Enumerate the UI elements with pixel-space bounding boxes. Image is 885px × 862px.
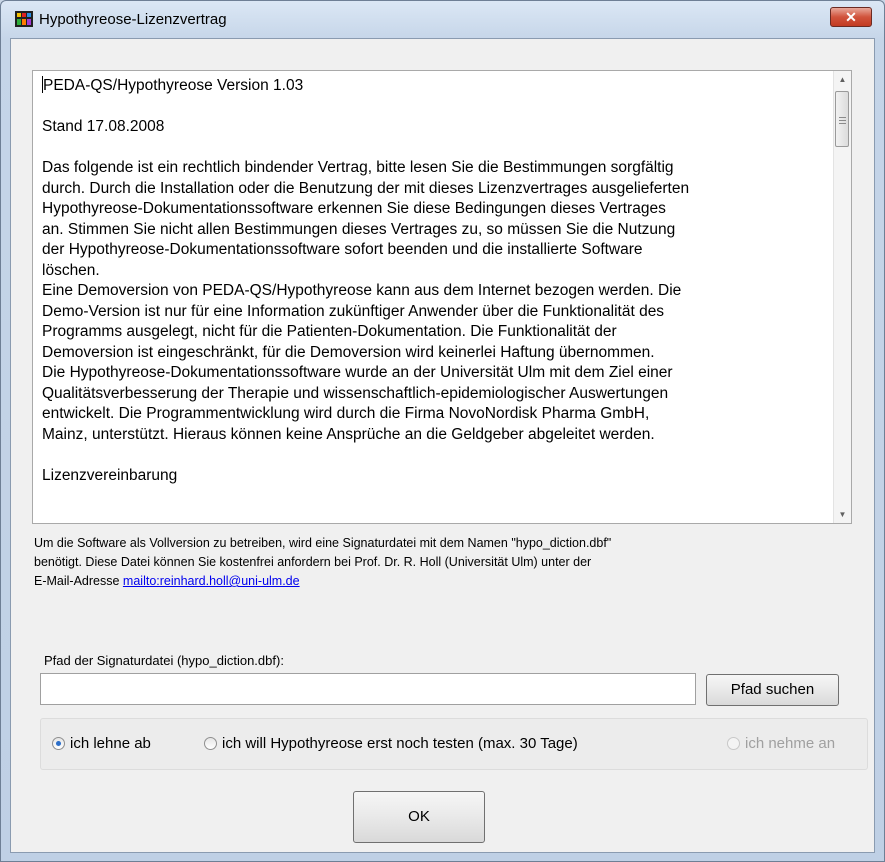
window-title: Hypothyreose-Lizenzvertrag xyxy=(39,11,227,28)
scroll-up-arrow-icon[interactable]: ▲ xyxy=(834,71,851,88)
close-button[interactable]: ✕ xyxy=(830,7,872,27)
license-paragraph-1: Das folgende ist ein rechtlich bindender… xyxy=(42,159,690,279)
info-email-prefix: E-Mail-Adresse xyxy=(34,574,123,588)
license-paragraph-2: Eine Demoversion von PEDA-QS/Hypothyreos… xyxy=(42,282,682,361)
dialog-body: PEDA-QS/Hypothyreose Version 1.03 Stand … xyxy=(10,38,875,853)
version-line: PEDA-QS/Hypothyreose Version 1.03 xyxy=(43,77,304,94)
license-paragraph-3: Die Hypothyreose-Dokumentationssoftware … xyxy=(42,364,673,443)
signature-info: Um die Software als Vollversion zu betre… xyxy=(34,534,834,591)
info-line-1: Um die Software als Vollversion zu betre… xyxy=(34,536,612,550)
radio-accept-label: ich nehme an xyxy=(745,735,836,752)
browse-path-button[interactable]: Pfad suchen xyxy=(706,674,839,706)
radio-decline-label: ich lehne ab xyxy=(70,735,151,752)
license-dialog: Hypothyreose-Lizenzvertrag ✕ PEDA-QS/Hyp… xyxy=(0,0,885,862)
title-bar: Hypothyreose-Lizenzvertrag ✕ xyxy=(1,1,884,39)
scroll-thumb[interactable] xyxy=(835,91,849,147)
scroll-down-arrow-icon[interactable]: ▼ xyxy=(834,506,851,523)
radio-disabled-icon xyxy=(727,737,740,750)
radio-test-label: ich will Hypothyreose erst noch testen (… xyxy=(222,735,578,752)
close-icon: ✕ xyxy=(845,9,857,25)
path-label: Pfad der Signaturdatei (hypo_diction.dbf… xyxy=(44,653,284,668)
radio-selected-icon xyxy=(52,737,65,750)
app-icon xyxy=(15,11,33,27)
vertical-scrollbar[interactable]: ▲ ▼ xyxy=(833,71,851,523)
date-line: Stand 17.08.2008 xyxy=(42,118,165,135)
license-text-area[interactable]: PEDA-QS/Hypothyreose Version 1.03 Stand … xyxy=(32,70,852,524)
license-text: PEDA-QS/Hypothyreose Version 1.03 Stand … xyxy=(42,76,832,486)
license-choice-group: ich lehne ab ich will Hypothyreose erst … xyxy=(40,718,868,770)
signature-path-input[interactable] xyxy=(40,673,696,705)
license-heading-cut: Lizenzvereinbarung xyxy=(42,466,178,484)
info-line-2: benötigt. Diese Datei können Sie kostenf… xyxy=(34,555,592,569)
email-link[interactable]: mailto:reinhard.holl@uni-ulm.de xyxy=(123,574,300,588)
radio-unselected-icon xyxy=(204,737,217,750)
ok-button[interactable]: OK xyxy=(353,791,485,843)
radio-accept: ich nehme an xyxy=(727,735,835,752)
radio-test[interactable]: ich will Hypothyreose erst noch testen (… xyxy=(204,735,578,752)
radio-decline[interactable]: ich lehne ab xyxy=(52,735,151,752)
